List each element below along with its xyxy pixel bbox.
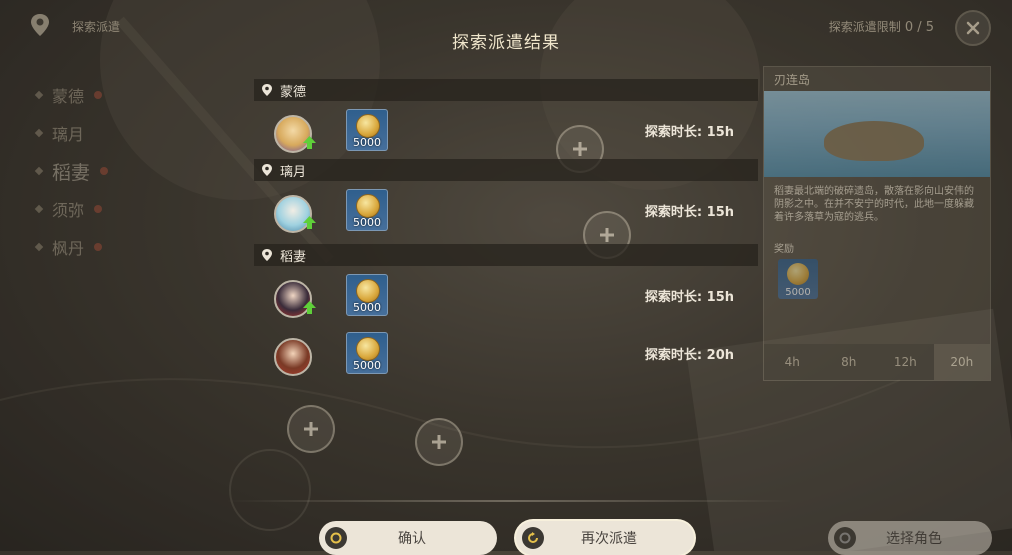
sidebar-item-label: 璃月 [52,125,85,144]
duration-tab-20h[interactable]: 20h [933,344,990,380]
alert-badge [100,167,109,175]
expedition-limit: 探索派遣限制 0 / 5 [829,18,934,35]
sidebar-item-label: 枫丹 [52,239,85,258]
region-name: 稻妻 [280,249,307,265]
mora-coin-icon [787,263,809,285]
empty-slot-add-button[interactable] [415,418,463,466]
expedition-results: 蒙德 5000 探索时长: 15h 璃月 5000 探索时长: 15h 稻妻 5… [254,79,758,382]
mora-coin-icon [356,279,380,303]
reward-item-mora: 5000 [778,259,818,299]
diamond-icon [34,128,44,138]
mora-coin-icon [356,194,380,218]
expedition-duration: 探索时长: 20h [644,348,734,363]
level-up-arrow-icon [303,136,316,149]
expedition-info-panel: 刃连岛 稻妻最北端的破碎遗岛，散落在影向山安伟的阴影之中。在并不安宁的时代，此地… [763,66,991,381]
location-image [764,91,990,177]
level-up-arrow-icon [303,216,316,229]
level-up-arrow-icon [303,301,316,314]
close-button[interactable] [955,10,991,46]
alert-badge [94,91,103,99]
plus-icon [432,435,446,449]
sidebar-item-inazuma[interactable]: 稻妻 [34,152,109,190]
character-avatar[interactable] [274,338,312,376]
expedition-duration: 探索时长: 15h [644,205,734,220]
dispatch-again-button[interactable]: 再次派遣 [516,521,694,555]
confirm-button[interactable]: 确认 [319,521,497,555]
expedition-duration: 探索时长: 15h [644,125,734,140]
limit-label: 探索派遣限制 [828,20,901,34]
select-character-button[interactable]: 选择角色 [828,521,992,555]
sidebar-item-fontaine[interactable]: 枫丹 [34,228,108,266]
limit-value: 0 / 5 [904,20,934,35]
sidebar-item-label: 须弥 [52,201,85,220]
circle-icon [325,527,347,549]
plus-icon [304,422,318,436]
select-character-label: 选择角色 [886,531,942,547]
reward-amount: 5000 [353,359,381,372]
location-pin-icon [262,249,272,261]
alert-badge [94,243,103,251]
duration-tab-12h[interactable]: 12h [877,344,934,380]
sidebar-item-label: 蒙德 [52,87,85,106]
reward-item-mora[interactable]: 5000 [346,274,388,316]
empty-slot-add-button[interactable] [287,405,335,453]
expedition-duration: 探索时长: 15h [644,290,734,305]
location-pin-icon [262,84,272,96]
location-description: 稻妻最北端的破碎遗岛，散落在影向山安伟的阴影之中。在并不安宁的时代，此地一度躲藏… [774,186,974,223]
reward-amount: 5000 [353,301,381,314]
sidebar-item-label: 稻妻 [52,161,91,184]
confirm-label: 确认 [398,531,426,547]
reward-item-mora[interactable]: 5000 [346,332,388,374]
duration-tab-4h[interactable]: 4h [764,344,821,380]
close-icon [966,21,980,35]
diamond-icon [34,242,44,252]
reward-amount: 5000 [353,216,381,229]
location-title: 刃连岛 [764,67,990,91]
diamond-icon [34,204,44,214]
result-row: 5000 探索时长: 20h [254,324,758,382]
sidebar-item-sumeru[interactable]: 须弥 [34,190,108,228]
region-name: 蒙德 [280,84,307,100]
sidebar-item-mondstadt[interactable]: 蒙德 [34,76,108,114]
divider [226,500,792,502]
reward-item-mora[interactable]: 5000 [346,109,388,151]
result-row: 5000 探索时长: 15h [254,181,758,244]
dispatch-again-label: 再次派遣 [581,531,637,547]
region-header-inazuma: 稻妻 [254,244,758,266]
sidebar-item-liyue[interactable]: 璃月 [34,114,108,152]
region-sidebar: 蒙德 璃月 稻妻 须弥 枫丹 [34,76,109,266]
result-row: 5000 探索时长: 15h [254,101,758,159]
diamond-icon [34,90,44,100]
circle-icon [834,527,856,549]
region-name: 璃月 [280,164,307,180]
refresh-icon [522,527,544,549]
alert-badge [94,205,103,213]
reward-label: 奖励 [774,244,794,255]
result-row: 5000 探索时长: 15h [254,266,758,324]
diamond-icon [34,166,44,176]
reward-amount: 5000 [353,136,381,149]
duration-tab-8h[interactable]: 8h [821,344,878,380]
island-shape [824,121,924,161]
reward-item-mora[interactable]: 5000 [346,189,388,231]
reward-amount: 5000 [785,287,811,298]
region-header-liyue: 璃月 [254,159,758,181]
mora-coin-icon [356,337,380,361]
location-pin-icon [262,164,272,176]
duration-tabs: 4h 8h 12h 20h [764,344,990,380]
region-header-mondstadt: 蒙德 [254,79,758,101]
mora-coin-icon [356,114,380,138]
